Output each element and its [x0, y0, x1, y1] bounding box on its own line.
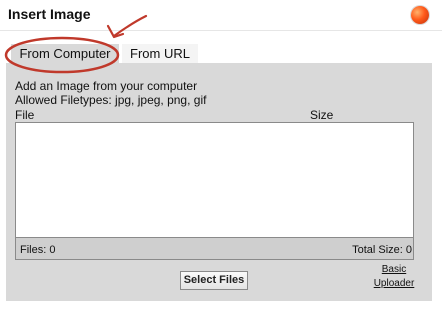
basic-uploader-line2: Uploader	[373, 278, 415, 289]
insert-image-dialog: Insert Image From Computer From URL Add …	[0, 0, 442, 315]
tab-from-url[interactable]: From URL	[122, 44, 198, 63]
upload-description: Add an Image from your computer	[15, 79, 198, 93]
column-header-size: Size	[310, 108, 334, 122]
basic-uploader-link[interactable]: Basic Uploader	[372, 263, 416, 291]
annotation-arrowhead	[106, 24, 125, 39]
total-size: Total Size: 0	[352, 244, 412, 256]
tab-from-computer[interactable]: From Computer	[11, 44, 119, 63]
column-header-file: File	[15, 108, 35, 122]
title-divider	[0, 30, 442, 31]
file-list[interactable]	[15, 122, 414, 238]
allowed-filetypes: Allowed Filetypes: jpg, jpeg, png, gif	[15, 93, 207, 107]
basic-uploader-line1: Basic	[381, 264, 407, 275]
dialog-title: Insert Image	[8, 6, 91, 22]
annotation-arrow	[112, 14, 148, 38]
files-count: Files: 0	[20, 244, 56, 256]
close-icon[interactable]	[411, 6, 429, 24]
select-files-button[interactable]: Select Files	[180, 271, 248, 290]
